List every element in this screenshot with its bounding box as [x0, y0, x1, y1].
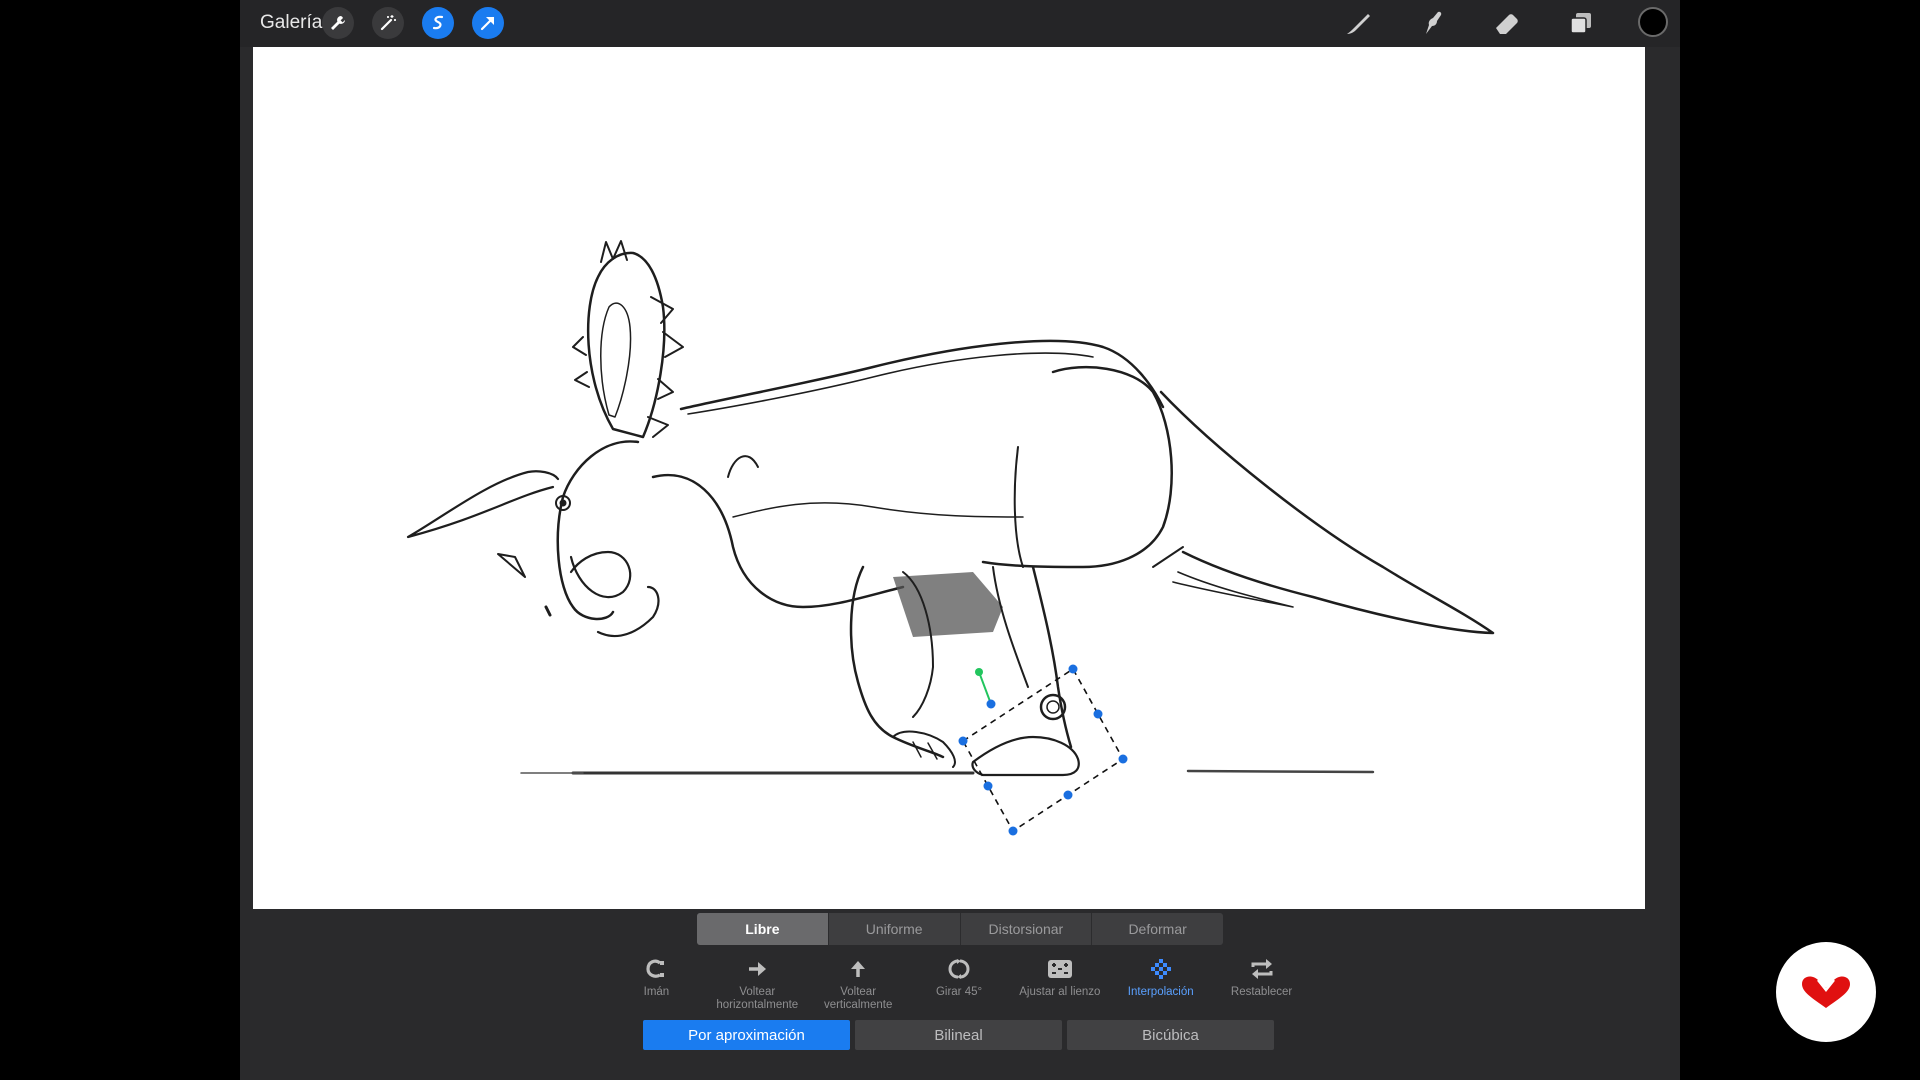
magnet-icon — [645, 956, 667, 982]
triceratops-sketch — [406, 240, 1495, 836]
mode-distorsionar[interactable]: Distorsionar — [961, 913, 1093, 945]
arrow-up-icon — [847, 956, 869, 982]
transform-mode-selector: Libre Uniforme Distorsionar Deformar — [697, 913, 1223, 945]
drawing-canvas[interactable] — [253, 47, 1645, 909]
magic-wand-icon[interactable] — [372, 7, 404, 39]
gallery-button[interactable]: Galería — [260, 12, 322, 34]
transform-options-bar: Imán Voltear horizontalmente Voltear ver… — [606, 956, 1312, 1016]
procreate-app: Galería Libre Uniforme Distorsionar Defo… — [240, 0, 1680, 1080]
mode-uniforme[interactable]: Uniforme — [829, 913, 961, 945]
transform-selection-box[interactable] — [958, 664, 1128, 836]
flip-horizontal-button[interactable]: Voltear horizontalmente — [707, 956, 808, 1016]
top-toolbar: Galería — [240, 0, 1680, 47]
wrench-icon[interactable] — [322, 7, 354, 39]
interpolation-grid-icon — [1150, 956, 1172, 982]
interp-bicubic[interactable]: Bicúbica — [1067, 1020, 1274, 1050]
reset-button[interactable]: Restablecer — [1211, 956, 1312, 1016]
reset-arrows-icon — [1250, 956, 1274, 982]
color-swatch[interactable] — [1638, 7, 1668, 37]
interpolation-button[interactable]: Interpolación — [1110, 956, 1211, 1016]
interpolation-selector: Por aproximación Bilineal Bicúbica — [643, 1020, 1274, 1050]
fit-to-canvas-button[interactable]: Ajustar al lienzo — [1009, 956, 1110, 1016]
mode-deformar[interactable]: Deformar — [1092, 913, 1223, 945]
smudge-icon[interactable] — [1416, 8, 1450, 38]
layers-icon[interactable] — [1564, 8, 1598, 38]
eraser-icon[interactable] — [1490, 8, 1524, 38]
rotate-45-button[interactable]: Girar 45° — [909, 956, 1010, 1016]
interp-bilinear[interactable]: Bilineal — [855, 1020, 1062, 1050]
transform-arrow-icon[interactable] — [472, 7, 504, 39]
fit-canvas-icon — [1047, 956, 1073, 982]
rotate-icon — [948, 956, 970, 982]
selection-icon[interactable] — [422, 7, 454, 39]
brand-logo — [1776, 942, 1876, 1042]
flip-vertical-button[interactable]: Voltear verticalmente — [808, 956, 909, 1016]
logo-mark-icon — [1802, 976, 1850, 1008]
interp-nearest[interactable]: Por aproximación — [643, 1020, 850, 1050]
brush-icon[interactable] — [1342, 8, 1376, 38]
magnet-button[interactable]: Imán — [606, 956, 707, 1016]
mode-libre[interactable]: Libre — [697, 913, 829, 945]
arrow-right-icon — [746, 956, 768, 982]
